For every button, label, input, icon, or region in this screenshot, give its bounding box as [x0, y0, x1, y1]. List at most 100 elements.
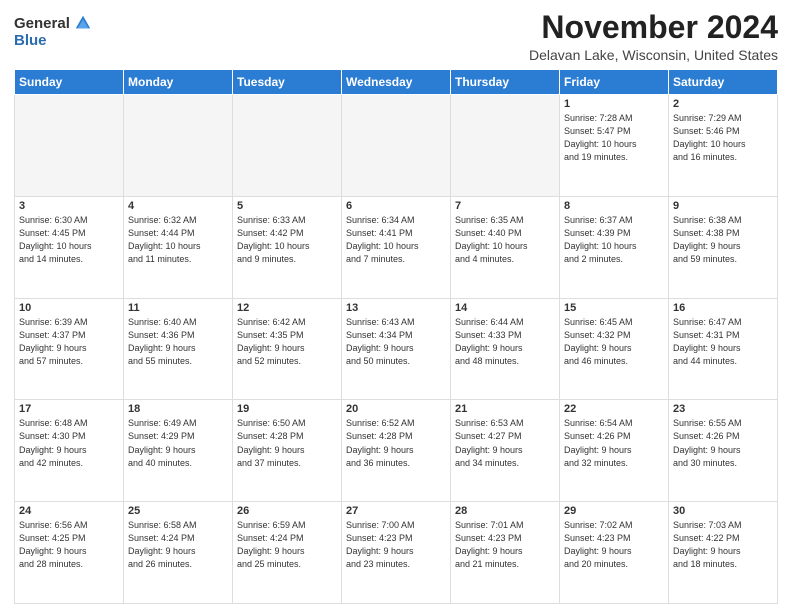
table-row: 7 Sunrise: 6:35 AM Sunset: 4:40 PM Daylig… [451, 196, 560, 298]
table-row [124, 95, 233, 197]
table-row: 17Sunrise: 6:48 AM Sunset: 4:30 PM Dayli… [15, 400, 124, 502]
table-row: 8Sunrise: 6:37 AM Sunset: 4:39 PM Daylig… [560, 196, 669, 298]
day-number: 30 [673, 505, 773, 517]
day-number: 15 [564, 302, 664, 314]
day-info: Sunrise: 6:49 AM Sunset: 4:29 PM Dayligh… [128, 417, 228, 469]
table-row: 9 Sunrise: 6:38 AM Sunset: 4:38 PM Daylig… [669, 196, 778, 298]
day-info: Sunrise: 6:43 AM Sunset: 4:34 PM Dayligh… [346, 316, 446, 368]
day-info: Sunrise: 6:52 AM Sunset: 4:28 PM Dayligh… [346, 417, 446, 469]
day-number: 25 [128, 505, 228, 517]
day-info: Sunrise: 7:28 AM Sunset: 5:47 PM Dayligh… [564, 112, 664, 164]
col-wednesday: Wednesday [342, 70, 451, 95]
day-number: 12 [237, 302, 337, 314]
location: Delavan Lake, Wisconsin, United States [529, 47, 778, 63]
calendar-week-4: 24 Sunrise: 6:56 AM Sunset: 4:25 PM Dayli… [15, 502, 778, 604]
day-number: 29 [564, 505, 664, 517]
table-row: 22 Sunrise: 6:54 AM Sunset: 4:26 PM Dayli… [560, 400, 669, 502]
day-number: 18 [128, 403, 228, 415]
table-row: 14 Sunrise: 6:44 AM Sunset: 4:33 PM Dayli… [451, 298, 560, 400]
table-row: 23 Sunrise: 6:55 AM Sunset: 4:26 PM Dayli… [669, 400, 778, 502]
title-block: November 2024 Delavan Lake, Wisconsin, U… [529, 10, 778, 63]
logo-icon [74, 14, 92, 32]
table-row: 6 Sunrise: 6:34 AM Sunset: 4:41 PM Daylig… [342, 196, 451, 298]
day-number: 7 [455, 200, 555, 212]
table-row [15, 95, 124, 197]
day-info: Sunrise: 6:32 AM Sunset: 4:44 PM Dayligh… [128, 214, 228, 266]
day-number: 22 [564, 403, 664, 415]
table-row: 2 Sunrise: 7:29 AM Sunset: 5:46 PM Daylig… [669, 95, 778, 197]
day-info: Sunrise: 6:45 AM Sunset: 4:32 PM Dayligh… [564, 316, 664, 368]
day-number: 6 [346, 200, 446, 212]
day-info: Sunrise: 6:39 AM Sunset: 4:37 PM Dayligh… [19, 316, 119, 368]
day-info: Sunrise: 6:47 AM Sunset: 4:31 PM Dayligh… [673, 316, 773, 368]
day-number: 23 [673, 403, 773, 415]
day-info: Sunrise: 6:33 AM Sunset: 4:42 PM Dayligh… [237, 214, 337, 266]
logo: General Blue [14, 14, 92, 49]
day-number: 27 [346, 505, 446, 517]
table-row: 1 Sunrise: 7:28 AM Sunset: 5:47 PM Daylig… [560, 95, 669, 197]
day-number: 21 [455, 403, 555, 415]
day-info: Sunrise: 6:38 AM Sunset: 4:38 PM Dayligh… [673, 214, 773, 266]
day-number: 4 [128, 200, 228, 212]
day-info: Sunrise: 6:58 AM Sunset: 4:24 PM Dayligh… [128, 519, 228, 571]
day-number: 9 [673, 200, 773, 212]
day-info: Sunrise: 7:00 AM Sunset: 4:23 PM Dayligh… [346, 519, 446, 571]
table-row: 3 Sunrise: 6:30 AM Sunset: 4:45 PM Daylig… [15, 196, 124, 298]
table-row [451, 95, 560, 197]
table-row: 27 Sunrise: 7:00 AM Sunset: 4:23 PM Dayli… [342, 502, 451, 604]
table-row: 28 Sunrise: 7:01 AM Sunset: 4:23 PM Dayli… [451, 502, 560, 604]
table-row [342, 95, 451, 197]
day-number: 1 [564, 98, 664, 110]
col-thursday: Thursday [451, 70, 560, 95]
table-row: 21 Sunrise: 6:53 AM Sunset: 4:27 PM Dayli… [451, 400, 560, 502]
day-info: Sunrise: 6:56 AM Sunset: 4:25 PM Dayligh… [19, 519, 119, 571]
day-info: Sunrise: 6:53 AM Sunset: 4:27 PM Dayligh… [455, 417, 555, 469]
day-number: 2 [673, 98, 773, 110]
col-tuesday: Tuesday [233, 70, 342, 95]
col-sunday: Sunday [15, 70, 124, 95]
logo-blue-text: Blue [14, 32, 47, 49]
day-number: 16 [673, 302, 773, 314]
day-number: 26 [237, 505, 337, 517]
day-number: 3 [19, 200, 119, 212]
table-row: 11 Sunrise: 6:40 AM Sunset: 4:36 PM Dayli… [124, 298, 233, 400]
table-row: 13 Sunrise: 6:43 AM Sunset: 4:34 PM Dayli… [342, 298, 451, 400]
table-row: 18 Sunrise: 6:49 AM Sunset: 4:29 PM Dayli… [124, 400, 233, 502]
table-row: 4 Sunrise: 6:32 AM Sunset: 4:44 PM Daylig… [124, 196, 233, 298]
day-info: Sunrise: 7:03 AM Sunset: 4:22 PM Dayligh… [673, 519, 773, 571]
day-number: 24 [19, 505, 119, 517]
day-number: 20 [346, 403, 446, 415]
calendar-table: Sunday Monday Tuesday Wednesday Thursday… [14, 69, 778, 604]
table-row: 29 Sunrise: 7:02 AM Sunset: 4:23 PM Dayli… [560, 502, 669, 604]
table-row: 15 Sunrise: 6:45 AM Sunset: 4:32 PM Dayli… [560, 298, 669, 400]
calendar-week-1: 3 Sunrise: 6:30 AM Sunset: 4:45 PM Daylig… [15, 196, 778, 298]
day-info: Sunrise: 6:55 AM Sunset: 4:26 PM Dayligh… [673, 417, 773, 469]
day-number: 5 [237, 200, 337, 212]
header-row: Sunday Monday Tuesday Wednesday Thursday… [15, 70, 778, 95]
table-row: 12Sunrise: 6:42 AM Sunset: 4:35 PM Dayli… [233, 298, 342, 400]
table-row: 30 Sunrise: 7:03 AM Sunset: 4:22 PM Dayli… [669, 502, 778, 604]
table-row: 10Sunrise: 6:39 AM Sunset: 4:37 PM Dayli… [15, 298, 124, 400]
day-info: Sunrise: 7:29 AM Sunset: 5:46 PM Dayligh… [673, 112, 773, 164]
day-info: Sunrise: 6:48 AM Sunset: 4:30 PM Dayligh… [19, 417, 119, 469]
day-number: 14 [455, 302, 555, 314]
day-number: 13 [346, 302, 446, 314]
day-info: Sunrise: 7:02 AM Sunset: 4:23 PM Dayligh… [564, 519, 664, 571]
table-row: 20 Sunrise: 6:52 AM Sunset: 4:28 PM Dayli… [342, 400, 451, 502]
day-info: Sunrise: 6:40 AM Sunset: 4:36 PM Dayligh… [128, 316, 228, 368]
table-row: 19Sunrise: 6:50 AM Sunset: 4:28 PM Dayli… [233, 400, 342, 502]
table-row: 25 Sunrise: 6:58 AM Sunset: 4:24 PM Dayli… [124, 502, 233, 604]
day-number: 19 [237, 403, 337, 415]
day-info: Sunrise: 6:54 AM Sunset: 4:26 PM Dayligh… [564, 417, 664, 469]
day-info: Sunrise: 6:35 AM Sunset: 4:40 PM Dayligh… [455, 214, 555, 266]
col-friday: Friday [560, 70, 669, 95]
day-info: Sunrise: 6:30 AM Sunset: 4:45 PM Dayligh… [19, 214, 119, 266]
table-row [233, 95, 342, 197]
day-info: Sunrise: 6:34 AM Sunset: 4:41 PM Dayligh… [346, 214, 446, 266]
table-row: 5 Sunrise: 6:33 AM Sunset: 4:42 PM Daylig… [233, 196, 342, 298]
page: General Blue November 2024 Delavan Lake,… [0, 0, 792, 612]
day-info: Sunrise: 7:01 AM Sunset: 4:23 PM Dayligh… [455, 519, 555, 571]
day-number: 11 [128, 302, 228, 314]
day-info: Sunrise: 6:44 AM Sunset: 4:33 PM Dayligh… [455, 316, 555, 368]
day-number: 28 [455, 505, 555, 517]
